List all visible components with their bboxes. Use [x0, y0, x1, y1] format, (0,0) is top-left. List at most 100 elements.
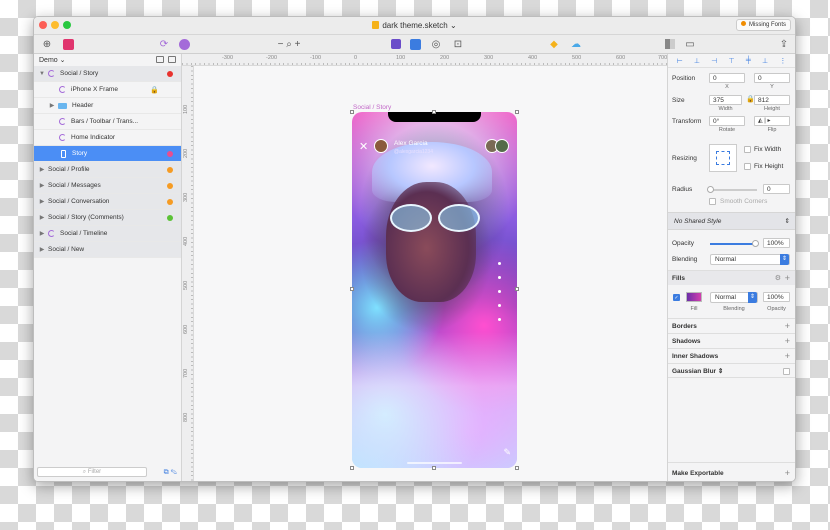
grid-button[interactable]: [408, 37, 422, 51]
make-exportable-section[interactable]: Make Exportable +: [668, 462, 795, 481]
share-button[interactable]: ⇪: [778, 37, 790, 51]
artboard-title[interactable]: Social / Story: [353, 104, 391, 111]
artboard-social-story[interactable]: ✕ Alex Garcia @alexgarcia1234 ✎: [352, 112, 517, 468]
x-field[interactable]: 0: [709, 73, 745, 83]
layer-bars-toolbar[interactable]: Bars / Toolbar / Trans...: [34, 114, 181, 130]
add-fill-icon[interactable]: +: [785, 271, 790, 286]
collapse-icon[interactable]: [168, 56, 176, 63]
avatar[interactable]: [374, 139, 388, 153]
align-center-icon[interactable]: ⊥: [694, 57, 700, 65]
transform-button[interactable]: ⊡: [450, 37, 466, 51]
canvas[interactable]: -300 -200 -100 0 100 200 300 400 500 600…: [182, 54, 667, 481]
resizing-control[interactable]: [709, 144, 737, 172]
layer-iphone-x-frame[interactable]: iPhone X Frame 🔒: [34, 82, 181, 98]
fill-enabled-checkbox[interactable]: ✓: [673, 294, 680, 301]
ruler-vertical[interactable]: 100 200 300 400 500 600 700 800: [182, 66, 194, 481]
add-export-icon[interactable]: +: [785, 463, 790, 481]
fill-swatch[interactable]: [686, 292, 702, 302]
layer-home-indicator[interactable]: Home Indicator: [34, 130, 181, 146]
layer-social-messages[interactable]: ▶ Social / Messages: [34, 178, 181, 194]
align-bottom-icon[interactable]: ⊥: [762, 57, 768, 65]
fills-section[interactable]: Fills ⚙ +: [668, 270, 795, 285]
slider-knob[interactable]: [707, 186, 714, 193]
shared-style-select[interactable]: No Shared Style ⇕: [668, 212, 795, 230]
rotate-field[interactable]: 0°: [709, 116, 745, 126]
page-selector[interactable]: Demo ⌄: [34, 54, 181, 66]
disclosure-closed-icon[interactable]: ▶: [39, 166, 45, 173]
zoom-controls[interactable]: − ⌕ +: [274, 37, 304, 51]
distribute-icon[interactable]: ⋮: [779, 57, 786, 65]
radius-slider[interactable]: [707, 186, 757, 193]
disclosure-closed-icon[interactable]: ▶: [39, 246, 45, 253]
blending-select[interactable]: Normal ⇕: [710, 254, 790, 265]
resize-handle[interactable]: [350, 466, 354, 470]
symbol-menu-button[interactable]: [176, 37, 192, 51]
layer-header[interactable]: ▶ Header: [34, 98, 181, 114]
view-button[interactable]: [390, 37, 402, 51]
radius-field[interactable]: 0: [763, 184, 790, 194]
layer-social-conversation[interactable]: ▶ Social / Conversation: [34, 194, 181, 210]
layer-story[interactable]: Story: [34, 146, 181, 162]
compose-icon[interactable]: ✎: [503, 447, 511, 458]
sync-button[interactable]: ⟳: [158, 37, 170, 51]
resize-handle[interactable]: [432, 466, 436, 470]
lock-icon[interactable]: 🔒: [150, 86, 159, 94]
flip-buttons[interactable]: ◭ | ▸: [754, 116, 790, 126]
add-shadow-icon[interactable]: +: [785, 334, 790, 349]
insert-button[interactable]: ⊕: [38, 37, 56, 51]
cloud-upload-button[interactable]: ☁: [568, 37, 584, 51]
flip-horizontal-icon[interactable]: ◭: [758, 118, 763, 124]
resize-handle[interactable]: [350, 287, 354, 291]
layer-social-new[interactable]: ▶ Social / New: [34, 242, 181, 258]
opacity-field[interactable]: 100%: [763, 238, 790, 248]
resize-handle[interactable]: [515, 287, 519, 291]
blur-enabled-checkbox[interactable]: [783, 368, 790, 375]
layer-social-story[interactable]: ▼ Social / Story: [34, 66, 181, 82]
align-right-icon[interactable]: ⊣: [711, 57, 717, 65]
create-symbol-button[interactable]: [60, 37, 76, 51]
layer-social-profile[interactable]: ▶ Social / Profile: [34, 162, 181, 178]
add-inner-shadow-icon[interactable]: +: [785, 349, 790, 364]
gaussian-blur-section[interactable]: Gaussian Blur ⇕: [668, 363, 795, 378]
boolean-button[interactable]: ◎: [428, 37, 444, 51]
disclosure-open-icon[interactable]: ▼: [39, 71, 45, 77]
slider-knob[interactable]: [752, 240, 759, 247]
list-view-icon[interactable]: [156, 56, 164, 63]
fill-blending-select[interactable]: Normal ⇕: [710, 292, 758, 303]
viewer-avatars[interactable]: [485, 139, 511, 153]
flip-vertical-icon[interactable]: ▸: [768, 118, 771, 124]
inner-shadows-section[interactable]: Inner Shadows +: [668, 348, 795, 363]
align-top-icon[interactable]: ⊤: [729, 57, 735, 65]
smooth-corners-checkbox[interactable]: [709, 198, 716, 205]
fix-height-checkbox[interactable]: [744, 163, 751, 170]
layout-button[interactable]: ▭: [682, 37, 698, 51]
resize-handle[interactable]: [515, 110, 519, 114]
layer-social-timeline[interactable]: ▶ Social / Timeline: [34, 226, 181, 242]
disclosure-closed-icon[interactable]: ▶: [39, 214, 45, 221]
layer-list-toggle[interactable]: [664, 37, 676, 51]
gear-icon[interactable]: ⚙: [775, 271, 781, 286]
fix-width-checkbox[interactable]: [744, 146, 751, 153]
resize-handle[interactable]: [432, 110, 436, 114]
align-left-icon[interactable]: ⊢: [677, 57, 683, 65]
add-border-icon[interactable]: +: [785, 319, 790, 334]
opacity-slider[interactable]: [710, 240, 759, 247]
width-field[interactable]: 375: [709, 95, 742, 105]
borders-section[interactable]: Borders +: [668, 318, 795, 333]
layer-filter-input[interactable]: ⌕ Filter: [37, 467, 147, 477]
fill-opacity-field[interactable]: 100%: [763, 292, 790, 302]
disclosure-closed-icon[interactable]: ▶: [49, 102, 55, 109]
disclosure-closed-icon[interactable]: ▶: [39, 182, 45, 189]
height-field[interactable]: 812: [754, 95, 790, 105]
missing-fonts-button[interactable]: Missing Fonts: [735, 19, 791, 31]
align-middle-icon[interactable]: ╪: [746, 57, 751, 64]
shadows-section[interactable]: Shadows +: [668, 333, 795, 348]
resize-handle[interactable]: [350, 110, 354, 114]
disclosure-closed-icon[interactable]: ▶: [39, 230, 45, 237]
disclosure-closed-icon[interactable]: ▶: [39, 198, 45, 205]
close-icon[interactable]: ✕: [359, 140, 368, 153]
filter-options[interactable]: ⧉ ✎: [164, 469, 177, 477]
layer-social-story-comments[interactable]: ▶ Social / Story (Comments): [34, 210, 181, 226]
resize-handle[interactable]: [515, 466, 519, 470]
y-field[interactable]: 0: [754, 73, 790, 83]
